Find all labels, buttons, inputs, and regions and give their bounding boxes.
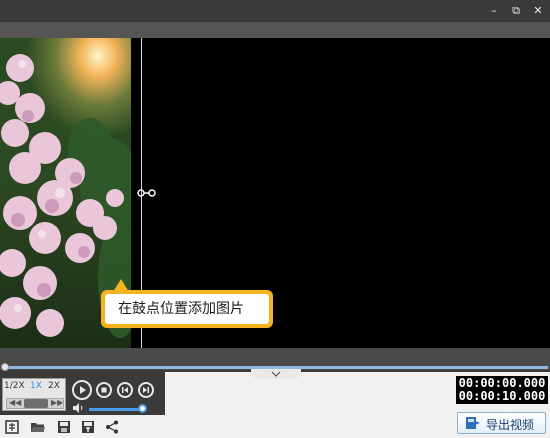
previous-button[interactable] [117,382,133,398]
play-button[interactable] [72,380,92,400]
stop-button[interactable] [96,382,112,398]
play-icon [80,386,86,394]
volume-slider[interactable] [89,408,141,411]
share-icon[interactable] [104,419,120,435]
time-display: 00:00:00.000 00:00:10.000 [456,376,548,404]
tooltip-text: 在鼓点位置添加图片 [105,294,269,324]
header-strip [0,22,550,38]
total-time: 00:00:10.000 [458,389,546,403]
save-as-icon[interactable] [80,419,96,435]
skip-forward-icon [143,387,149,393]
new-project-icon[interactable] [4,419,20,435]
open-folder-icon[interactable] [30,419,46,435]
close-icon[interactable]: ✕ [530,3,546,19]
hint-tooltip: 在鼓点位置添加图片 [101,290,273,328]
export-video-button[interactable]: 导出视频 [457,412,546,434]
export-video-icon [466,417,480,429]
fast-forward-icon[interactable]: ▶▶ [51,398,63,407]
restore-icon[interactable]: ⧉ [508,3,524,19]
chevron-down-icon [271,371,281,377]
file-toolbar [0,416,160,438]
volume-icon[interactable] [72,403,86,413]
speed-slider-knob[interactable] [24,399,48,408]
speed-half-option[interactable]: 1/2X [4,381,25,391]
speed-double-option[interactable]: 2X [48,381,60,391]
timeline-playhead[interactable] [1,363,9,371]
speed-normal-option[interactable]: 1X [30,381,42,391]
speed-slider[interactable]: ◀◀ ▶▶ [6,398,64,409]
save-icon[interactable] [56,419,72,435]
next-button[interactable] [138,382,154,398]
volume-knob[interactable] [138,404,147,413]
title-bar: – ⧉ ✕ [0,0,550,22]
collapse-toggle[interactable] [251,369,301,379]
app-window: – ⧉ ✕ 在鼓点位置添加图片 1/2X 1X 2X ◀◀ ▶▶ 00:00:0… [0,0,550,438]
video-preview[interactable]: 在鼓点位置添加图片 [0,38,550,348]
minimize-icon[interactable]: – [486,3,502,19]
speed-selector: 1/2X 1X 2X ◀◀ ▶▶ [2,378,66,411]
rewind-icon[interactable]: ◀◀ [9,398,21,407]
stop-icon [101,387,107,393]
skip-back-icon [122,387,128,393]
export-video-label: 导出视频 [486,418,535,432]
split-handle-icon[interactable] [137,188,157,198]
